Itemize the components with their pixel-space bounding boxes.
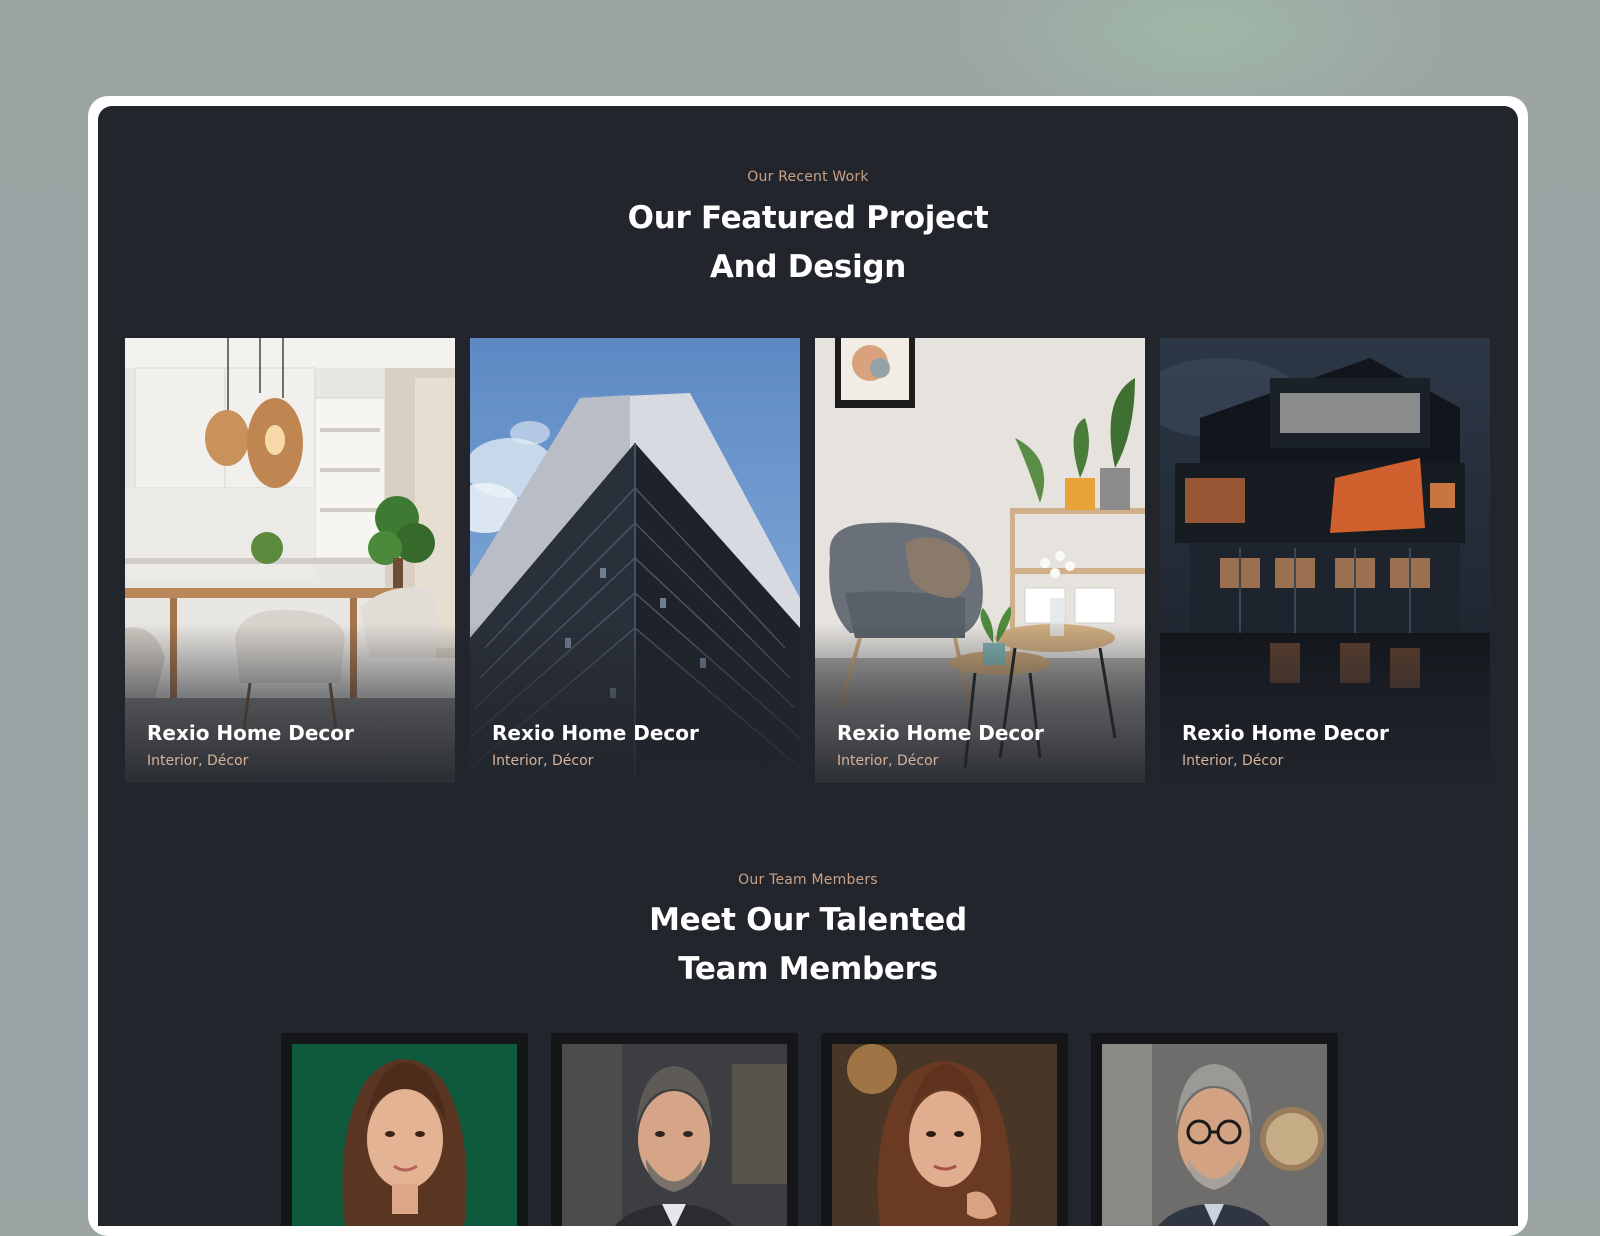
team-eyebrow: Our Team Members [738,872,878,888]
team-heading-line-1: Meet Our Talented [649,902,967,938]
projects-heading: Our Featured Project And Design [98,194,1518,292]
project-title[interactable]: Rexio Home Decor [492,721,699,745]
projects-heading-line-2: And Design [709,249,907,285]
member-photo [1102,1044,1327,1226]
project-tags: Interior, Décor [147,753,249,769]
project-card[interactable]: Rexio Home Decor Interior, Décor [1160,338,1490,783]
man-with-glasses-portrait [1102,1044,1327,1226]
page-panel: Our Recent Work Our Featured Project And… [98,106,1518,1226]
member-photo [832,1044,1057,1226]
project-title[interactable]: Rexio Home Decor [147,721,354,745]
team-member-card[interactable] [551,1033,798,1226]
team-member-card[interactable] [281,1033,528,1226]
project-tags: Interior, Décor [837,753,939,769]
project-title[interactable]: Rexio Home Decor [837,721,1044,745]
team-heading: Meet Our Talented Team Members [98,896,1518,994]
team-heading-line-2: Team Members [678,951,938,987]
team-member-card[interactable] [821,1033,1068,1226]
woman-portrait [832,1044,1057,1226]
project-title[interactable]: Rexio Home Decor [1182,721,1389,745]
project-card[interactable]: Rexio Home Decor Interior, Décor [125,338,455,783]
projects-eyebrow: Our Recent Work [747,169,869,185]
member-photo [562,1044,787,1226]
project-tags: Interior, Décor [1182,753,1284,769]
project-tags: Interior, Décor [492,753,594,769]
team-member-card[interactable] [1091,1033,1338,1226]
man-portrait [562,1044,787,1226]
woman-portrait [292,1044,517,1226]
project-card[interactable]: Rexio Home Decor Interior, Décor [470,338,800,783]
projects-heading-line-1: Our Featured Project [627,200,989,236]
project-card[interactable]: Rexio Home Decor Interior, Décor [815,338,1145,783]
member-photo [292,1044,517,1226]
